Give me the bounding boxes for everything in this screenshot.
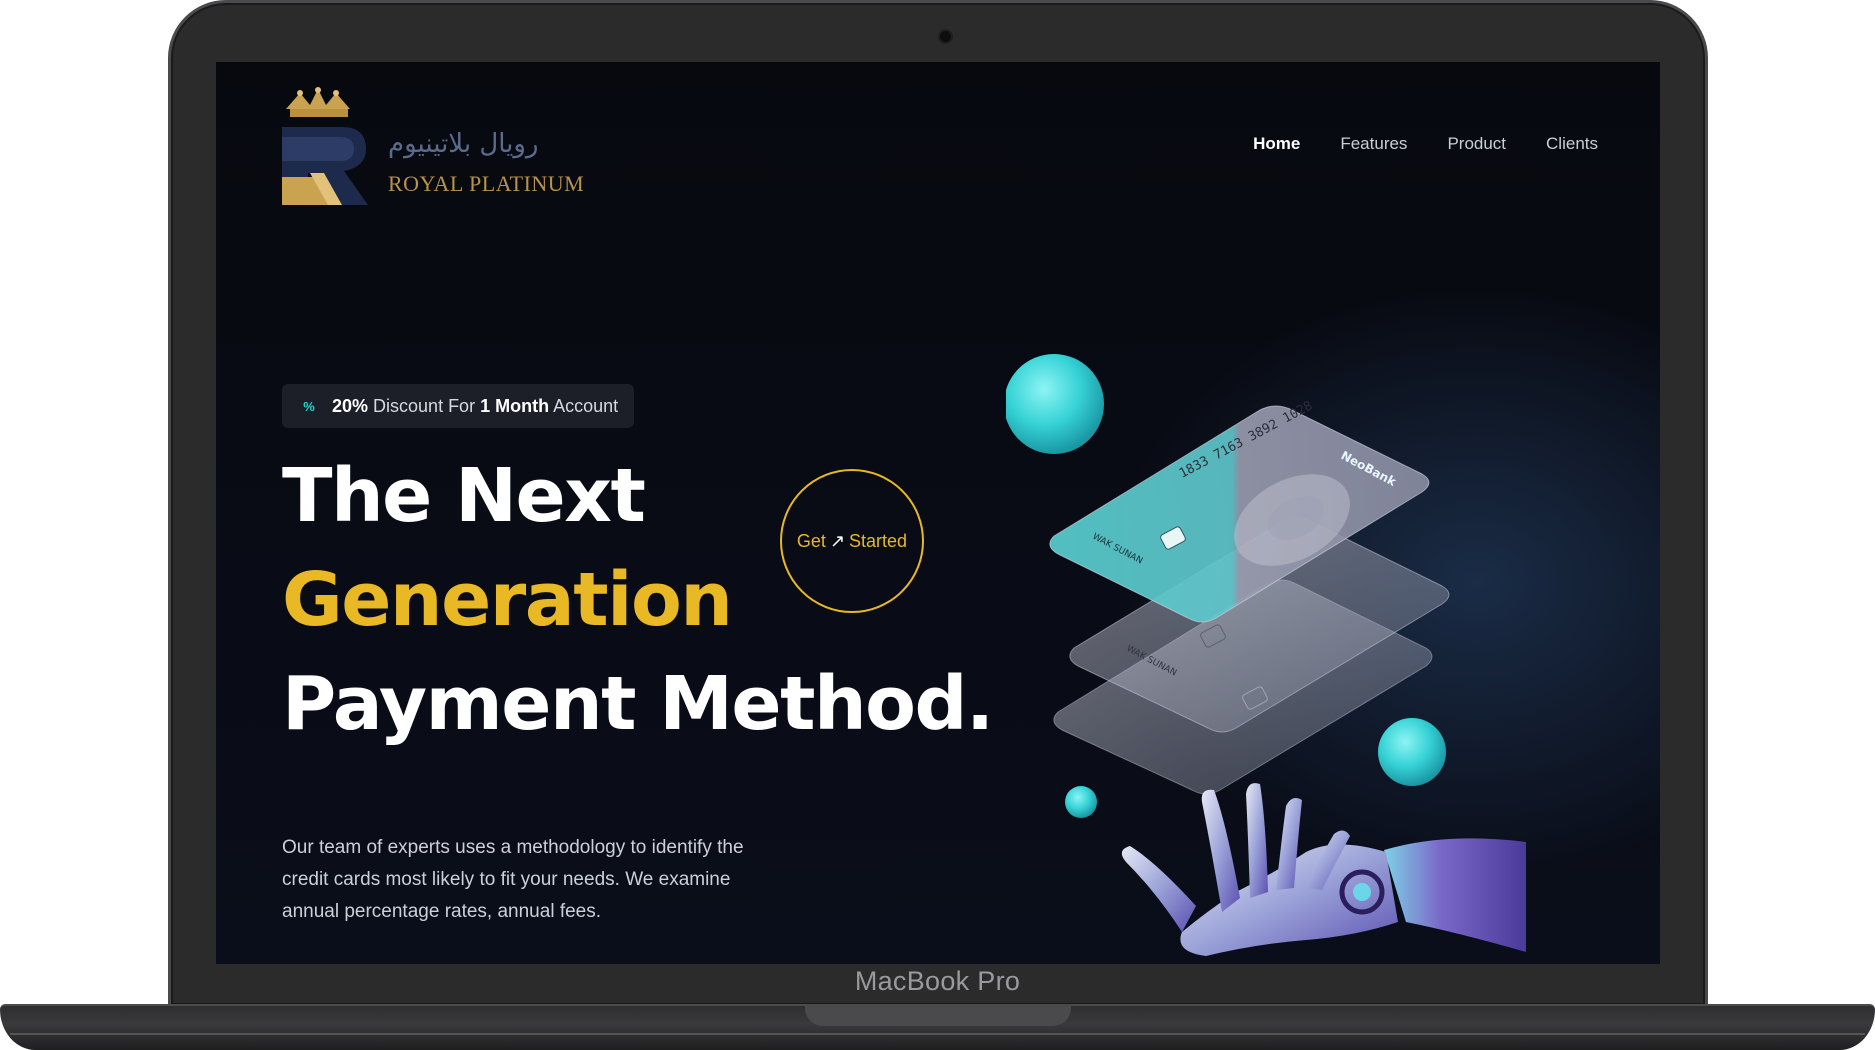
brand-logo[interactable]: رويال بلاتينيوم ROYAL PLATINUM <box>280 87 600 207</box>
robot-hand <box>1121 783 1526 956</box>
nav-clients[interactable]: Clients <box>1546 134 1598 154</box>
laptop-notch <box>805 1004 1071 1026</box>
arrow-up-right-icon: ↗ <box>829 530 846 551</box>
nav-product[interactable]: Product <box>1447 134 1506 154</box>
main-nav: Home Features Product Clients <box>1253 134 1598 154</box>
badge-duration: 1 Month <box>480 395 550 416</box>
hero-illustration: WAK SUNAN 1833 7163 3892 1028 NeoBank WA… <box>1006 354 1526 956</box>
discount-badge: % 20% Discount For 1 Month Account <box>282 384 635 428</box>
badge-middle: Discount For <box>368 395 481 416</box>
orb-small <box>1065 786 1097 818</box>
orb-medium <box>1378 718 1446 786</box>
screen: رويال بلاتينيوم ROYAL PLATINUM Home Feat… <box>216 62 1660 964</box>
camera-icon <box>938 29 953 44</box>
hero-title-line3: Payment Method. <box>282 661 994 747</box>
device-model-label: MacBook Pro <box>854 966 1021 996</box>
brand-name: ROYAL PLATINUM <box>388 171 585 196</box>
percent-icon: % <box>303 398 315 414</box>
orb-large <box>1006 354 1104 454</box>
get-started-button[interactable]: Get ↗ Started <box>780 469 924 613</box>
badge-percent: 20% <box>332 395 369 416</box>
nav-features[interactable]: Features <box>1340 134 1407 154</box>
hero-description: Our team of experts uses a methodology t… <box>282 837 744 922</box>
cta-word2: Started <box>849 530 908 551</box>
nav-home[interactable]: Home <box>1253 134 1300 154</box>
crown-r-logo-icon <box>282 87 368 205</box>
badge-text: 20% Discount For 1 Month Account <box>332 396 618 417</box>
badge-suffix: Account <box>549 395 619 416</box>
cta-word1: Get <box>796 530 826 551</box>
brand-arabic-name: رويال بلاتينيوم <box>388 129 539 159</box>
